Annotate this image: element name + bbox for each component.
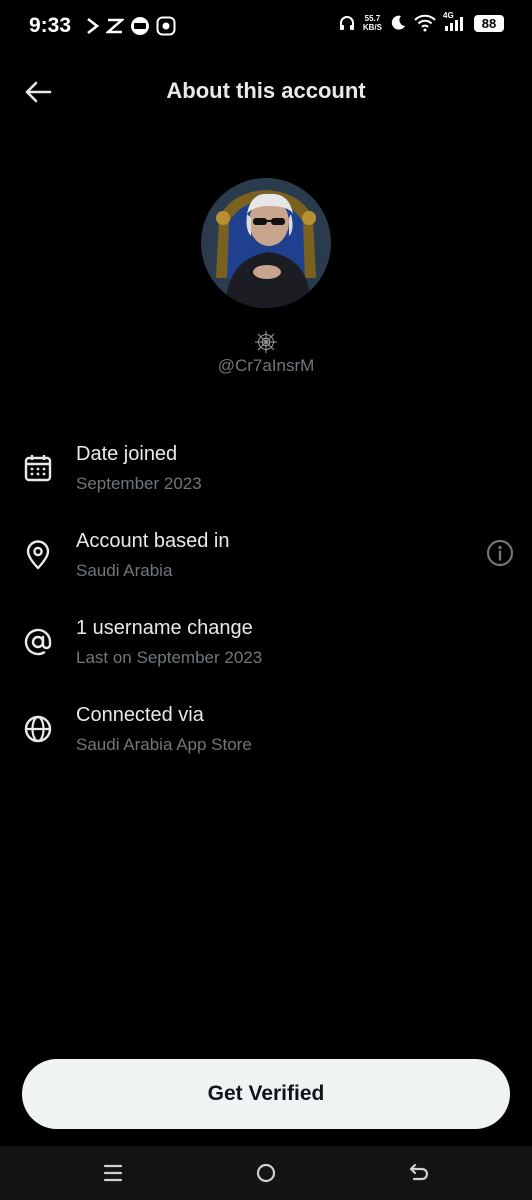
net-speed-value: 55.7	[364, 14, 381, 23]
info-title: Date joined	[76, 443, 178, 465]
signal: 4G	[443, 11, 467, 32]
back-icon[interactable]	[406, 1160, 432, 1186]
globe-icon	[24, 715, 52, 743]
info-row-account-based-in: Account based in Saudi Arabia	[0, 512, 532, 599]
ad-icon	[131, 17, 149, 35]
info-subtitle: Saudi Arabia App Store	[76, 735, 252, 754]
net-speed-unit: KB/S	[362, 23, 382, 32]
app-icon	[156, 16, 176, 36]
menu-icon[interactable]	[100, 1160, 126, 1186]
get-verified-button[interactable]: Get Verified	[22, 1059, 510, 1129]
capcut-icon	[87, 17, 100, 35]
avatar-image	[201, 178, 331, 308]
headphones-icon	[339, 16, 354, 30]
signal-icon	[445, 17, 463, 31]
info-row-date-joined: Date joined September 2023	[0, 425, 532, 512]
battery-indicator: 88	[474, 14, 504, 32]
mark-icon	[106, 18, 124, 34]
status-bar: 9:33 55.7 KB/S 4G 88	[0, 0, 532, 58]
info-title: Account based in	[76, 530, 230, 552]
status-left-icons	[86, 16, 176, 36]
at-icon	[24, 628, 52, 656]
moon-icon	[391, 15, 405, 30]
avatar	[201, 178, 331, 308]
status-time: 9:33	[29, 14, 72, 37]
header: About this account	[0, 62, 532, 122]
calendar-icon	[24, 455, 52, 482]
info-row-username-change: 1 username change Last on September 2023	[0, 599, 532, 686]
info-subtitle: Last on September 2023	[76, 648, 263, 667]
info-subtitle: September 2023	[76, 474, 202, 493]
profile-handle: @Cr7aInsrM	[217, 356, 315, 375]
page-title: About this account	[166, 78, 366, 103]
location-icon	[26, 540, 50, 570]
info-title: 1 username change	[76, 617, 253, 639]
status-right-icons: 55.7 KB/S 4G 88	[338, 11, 504, 32]
info-icon[interactable]	[486, 539, 514, 567]
spider-web-icon	[255, 331, 277, 353]
info-subtitle: Saudi Arabia	[76, 561, 173, 580]
net-speed: 55.7 KB/S	[363, 14, 382, 32]
info-title: Connected via	[76, 704, 204, 726]
wifi-icon	[414, 14, 436, 32]
home-icon[interactable]	[253, 1160, 279, 1186]
account-info-list: Date joined September 2023 Account based…	[0, 425, 532, 773]
system-nav-bar	[0, 1146, 532, 1200]
info-row-connected-via: Connected via Saudi Arabia App Store	[0, 686, 532, 773]
